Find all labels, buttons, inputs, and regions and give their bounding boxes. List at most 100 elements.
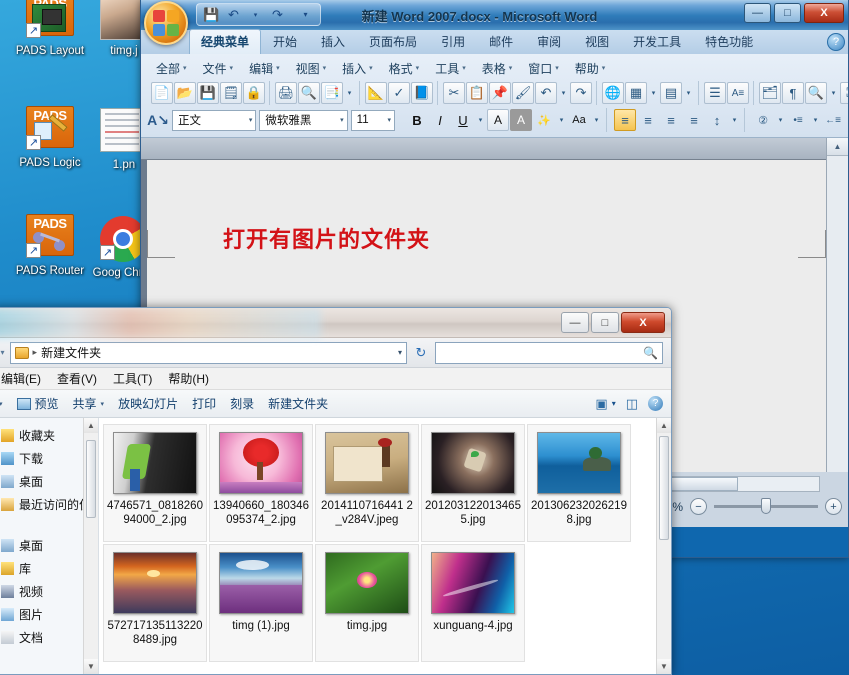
- text-highlight-dropdown-icon[interactable]: ▾: [556, 109, 567, 131]
- show-formatting-marks-icon[interactable]: ¶: [782, 82, 804, 104]
- menu-file[interactable]: 文件 ▾: [196, 57, 241, 80]
- file-list-scrollbar[interactable]: ▲ ▼: [656, 418, 671, 674]
- file-item[interactable]: 2014110716441 2_v284V.jpeg: [315, 424, 419, 542]
- menu-tools[interactable]: 工具 ▾: [428, 57, 473, 80]
- menu-table[interactable]: 表格 ▾: [475, 57, 520, 80]
- file-item[interactable]: 4746571_081826094000_2.jpg: [103, 424, 207, 542]
- help-icon[interactable]: ?: [827, 33, 845, 51]
- menu-format[interactable]: 格式 ▾: [382, 57, 427, 80]
- toolbar-burn[interactable]: 刻录: [230, 395, 254, 412]
- refresh-icon[interactable]: ↻: [412, 344, 430, 362]
- print-icon[interactable]: 🖨: [275, 82, 297, 104]
- change-view-dropdown-icon[interactable]: ▾: [612, 399, 616, 408]
- cut-icon[interactable]: ✂: [443, 82, 465, 104]
- font-size-combo[interactable]: 11 ▾: [350, 109, 395, 131]
- numbered-list-icon[interactable]: ②: [752, 109, 774, 131]
- toolbar-share[interactable]: 共享 ▾: [73, 395, 105, 412]
- spelling-check-icon[interactable]: ✓: [388, 82, 410, 104]
- zoom-dropdown-icon[interactable]: ▾: [828, 82, 839, 104]
- desktop-icon-pads-logic[interactable]: PADS ↗ PADS Logic: [14, 106, 86, 170]
- insert-hyperlink-icon[interactable]: 🌐: [602, 82, 624, 104]
- navigation-buttons[interactable]: ◂ ▾: [0, 345, 5, 361]
- tab-featured[interactable]: 特色功能: [693, 29, 765, 54]
- undo-dropdown-icon[interactable]: ▾: [558, 82, 569, 104]
- scrollbar-thumb[interactable]: [86, 440, 96, 518]
- nav-pane-scrollbar[interactable]: ▲ ▼: [83, 418, 98, 674]
- open-folder-icon[interactable]: 📂: [174, 82, 196, 104]
- menu-view[interactable]: 查看(V): [57, 370, 97, 387]
- tab-home[interactable]: 开始: [261, 29, 309, 54]
- help-icon[interactable]: ?: [648, 396, 663, 411]
- character-border-icon[interactable]: A: [487, 109, 509, 131]
- underline-icon[interactable]: U: [452, 109, 474, 131]
- menu-window[interactable]: 窗口 ▾: [521, 57, 566, 80]
- style-combo[interactable]: 正文 ▾: [172, 109, 257, 131]
- preview-pane-icon[interactable]: ◫: [626, 396, 638, 412]
- menu-all[interactable]: 全部 ▾: [149, 57, 194, 80]
- page-setup-dropdown-icon[interactable]: ▾: [344, 82, 355, 104]
- tab-classic-menu[interactable]: 经典菜单: [189, 29, 262, 54]
- research-icon[interactable]: 📘: [411, 82, 433, 104]
- chevron-down-icon[interactable]: ▾: [398, 348, 402, 357]
- print-preview-icon[interactable]: 🔍: [298, 82, 320, 104]
- styles-icon[interactable]: A↘: [147, 109, 169, 131]
- zoom-slider-track[interactable]: [714, 498, 818, 514]
- page-setup-icon[interactable]: 📑: [321, 82, 343, 104]
- paste-icon[interactable]: 📌: [489, 82, 511, 104]
- toolbar-preview[interactable]: 预览: [16, 395, 59, 412]
- numbered-list-dropdown-icon[interactable]: ▾: [775, 109, 786, 131]
- zoom-slider-thumb[interactable]: [760, 498, 771, 514]
- scroll-down-icon[interactable]: ▼: [84, 659, 98, 674]
- toolbar-slideshow[interactable]: 放映幻灯片: [118, 395, 178, 412]
- full-screen-icon[interactable]: ⛶: [840, 82, 848, 104]
- align-center-icon[interactable]: ≡: [637, 109, 659, 131]
- file-item[interactable]: 2013062320262198.jpg: [527, 424, 631, 542]
- line-spacing-dropdown-icon[interactable]: ▾: [729, 109, 740, 131]
- undo-icon[interactable]: ↶: [224, 5, 243, 24]
- file-item[interactable]: timg.jpg: [315, 544, 419, 662]
- align-right-icon[interactable]: ≡: [660, 109, 682, 131]
- permission-icon[interactable]: 🔒: [243, 82, 265, 104]
- print-layout-icon[interactable]: 📐: [365, 82, 387, 104]
- line-spacing-icon[interactable]: ↕: [706, 109, 728, 131]
- file-item[interactable]: 2012031220134655.jpg: [421, 424, 525, 542]
- scroll-up-icon[interactable]: ▲: [84, 418, 98, 433]
- save-icon[interactable]: 💾: [197, 82, 219, 104]
- office-orb-icon[interactable]: [144, 1, 188, 45]
- align-left-icon[interactable]: ≡: [614, 109, 636, 131]
- desktop-icon-pads-layout[interactable]: PADS ↗ PADS Layout: [14, 0, 86, 58]
- explorer-title-bar[interactable]: — □ X: [0, 308, 671, 338]
- text-highlight-icon[interactable]: ✨: [533, 109, 555, 131]
- undo-dropdown-icon[interactable]: ▾: [246, 5, 265, 24]
- close-button[interactable]: X: [804, 3, 844, 23]
- justify-icon[interactable]: ≡: [683, 109, 705, 131]
- bulleted-list-icon[interactable]: •≡: [787, 109, 809, 131]
- redo-icon[interactable]: ↷: [268, 5, 287, 24]
- maximize-button[interactable]: □: [591, 312, 619, 333]
- minimize-button[interactable]: —: [744, 3, 771, 23]
- tab-references[interactable]: 引用: [429, 29, 477, 54]
- scroll-down-icon[interactable]: ▼: [657, 659, 671, 674]
- toolbar-print[interactable]: 打印: [192, 395, 216, 412]
- maximize-button[interactable]: □: [774, 3, 801, 23]
- scroll-up-icon[interactable]: ▲: [827, 138, 848, 156]
- save-as-web-icon[interactable]: 🗒: [220, 82, 242, 104]
- tab-review[interactable]: 审阅: [525, 29, 573, 54]
- zoom-out-icon[interactable]: −: [690, 498, 707, 515]
- table-grid-icon[interactable]: ▤: [660, 82, 682, 104]
- desktop-icon-pads-router[interactable]: PADS ↗ PADS Router: [14, 214, 86, 278]
- scroll-up-icon[interactable]: ▲: [657, 418, 671, 433]
- character-shading-icon[interactable]: A: [510, 109, 532, 131]
- underline-dropdown-icon[interactable]: ▾: [475, 109, 486, 131]
- redo-icon[interactable]: ↷: [570, 82, 592, 104]
- insert-table-dropdown-icon[interactable]: ▾: [648, 82, 659, 104]
- file-list-view[interactable]: 4746571_081826094000_2.jpg 13940660_1803…: [99, 418, 671, 674]
- text-direction-icon[interactable]: A≡: [727, 82, 749, 104]
- menu-help[interactable]: 帮助 ▾: [568, 57, 613, 80]
- menu-view[interactable]: 视图 ▾: [289, 57, 334, 80]
- save-icon[interactable]: 💾: [202, 5, 221, 24]
- menu-help[interactable]: 帮助(H): [168, 370, 209, 387]
- tab-insert[interactable]: 插入: [309, 29, 357, 54]
- new-document-icon[interactable]: 📄: [151, 82, 173, 104]
- menu-edit[interactable]: 编辑(E): [1, 370, 41, 387]
